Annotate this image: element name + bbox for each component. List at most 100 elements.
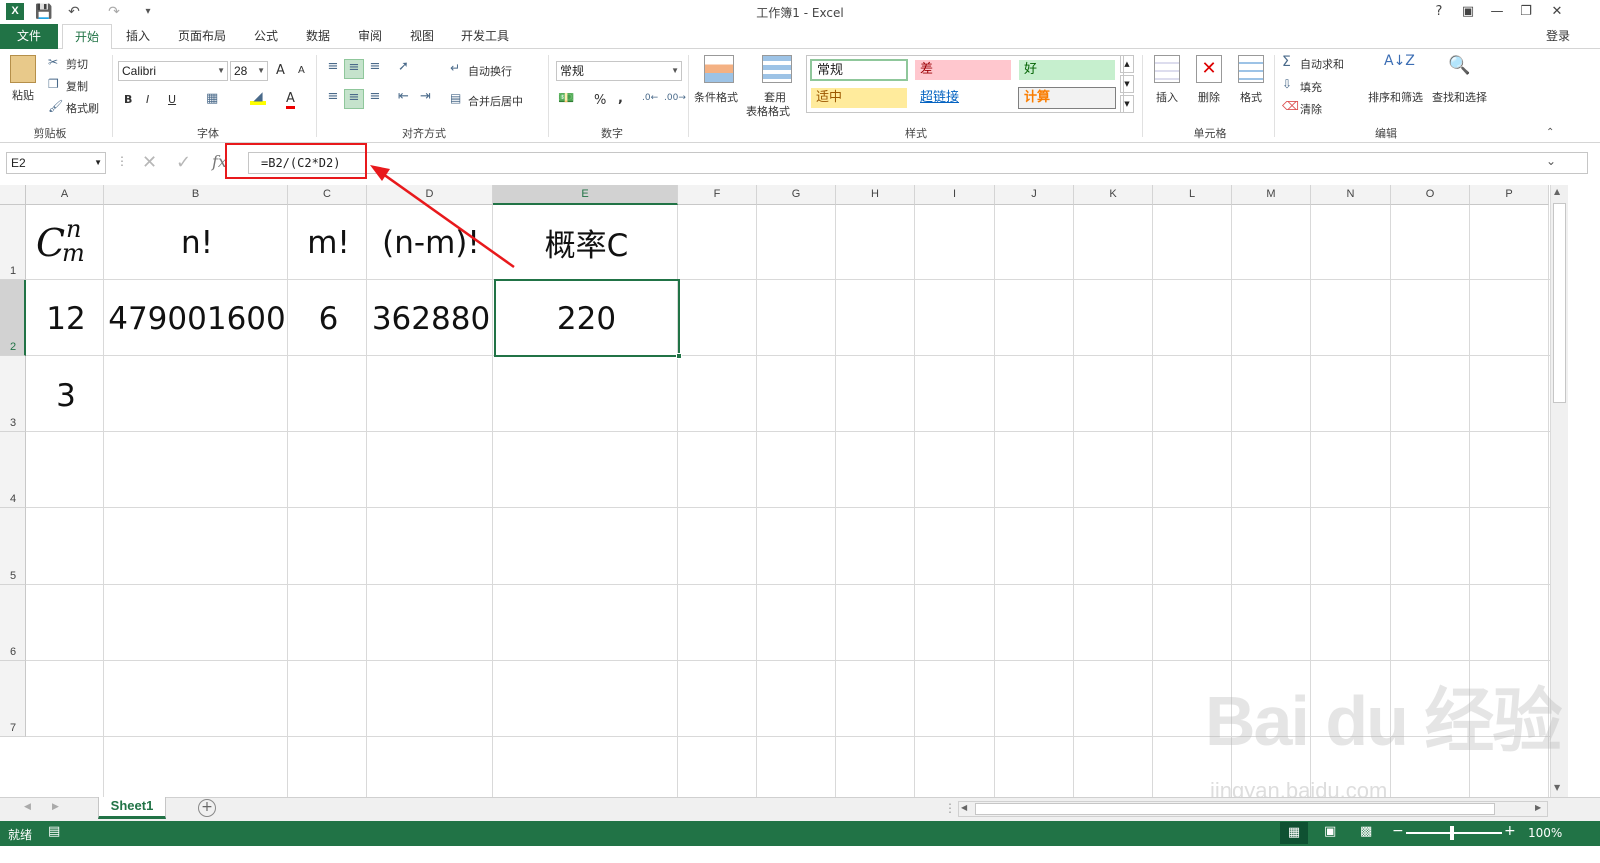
align-center-icon[interactable]: ≡ <box>344 89 364 109</box>
percent-button[interactable]: % <box>594 93 606 108</box>
style-calculation[interactable]: 计算 <box>1018 87 1116 109</box>
column-header-M[interactable]: M <box>1232 185 1311 205</box>
normal-view-icon[interactable]: ▦ <box>1280 822 1308 844</box>
zoom-in-button[interactable]: + <box>1504 823 1516 839</box>
collapse-ribbon-icon[interactable]: ⌃ <box>1546 127 1554 138</box>
page-layout-view-icon[interactable]: ▣ <box>1324 824 1336 839</box>
paste-icon[interactable] <box>10 55 36 83</box>
hscroll-left-icon[interactable]: ◀ <box>961 803 967 812</box>
column-header-H[interactable]: H <box>836 185 915 205</box>
horizontal-scrollbar[interactable]: ◀ ▶ <box>958 801 1548 817</box>
tab-review[interactable]: 审阅 <box>350 24 390 49</box>
bold-button[interactable]: B <box>124 93 132 106</box>
new-sheet-icon[interactable]: + <box>198 799 216 817</box>
sheet-tab-sheet1[interactable]: Sheet1 <box>98 797 166 819</box>
column-header-G[interactable]: G <box>757 185 836 205</box>
merge-center-button[interactable]: 合并后居中 <box>468 93 523 109</box>
column-header-F[interactable]: F <box>678 185 757 205</box>
cell-B2[interactable]: 479001600 <box>105 281 289 357</box>
ribbon-display-icon[interactable]: ▣ <box>1455 2 1481 22</box>
tab-formulas[interactable]: 公式 <box>246 24 286 49</box>
tab-view[interactable]: 视图 <box>402 24 442 49</box>
tab-file[interactable]: 文件 <box>0 24 58 49</box>
sort-filter-button[interactable]: 排序和筛选 <box>1368 89 1423 105</box>
fill-button[interactable]: 填充 <box>1300 79 1322 95</box>
style-good[interactable]: 好 <box>1018 59 1116 81</box>
cut-button[interactable]: 剪切 <box>66 56 88 72</box>
column-header-K[interactable]: K <box>1074 185 1153 205</box>
page-break-view-icon[interactable]: ▩ <box>1360 824 1372 839</box>
zoom-level[interactable]: 100% <box>1528 826 1562 840</box>
close-button[interactable]: ✕ <box>1544 2 1570 22</box>
align-bottom-icon[interactable]: ≡ <box>366 59 384 77</box>
hscroll-right-icon[interactable]: ▶ <box>1535 803 1541 812</box>
tab-insert[interactable]: 插入 <box>118 24 158 49</box>
cell-C2[interactable]: 6 <box>289 281 368 357</box>
cell-A1[interactable]: C n m <box>27 205 105 280</box>
column-header-C[interactable]: C <box>288 185 367 205</box>
row-header-4[interactable]: 4 <box>0 432 26 508</box>
hscroll-thumb[interactable] <box>975 803 1495 815</box>
row-header-2[interactable]: 2 <box>0 280 26 356</box>
gallery-scroll-down-icon[interactable]: ▼ <box>1120 75 1134 93</box>
tab-data[interactable]: 数据 <box>298 24 338 49</box>
font-size-combo[interactable]: 28 ▼ <box>230 61 268 81</box>
row-header-1[interactable]: 1 <box>0 205 26 280</box>
cell-C1[interactable]: m! <box>289 205 368 280</box>
insert-cells-button[interactable]: 插入 <box>1156 89 1178 105</box>
align-top-icon[interactable]: ≡ <box>324 59 342 77</box>
login-link[interactable]: 登录 <box>1540 24 1576 49</box>
sheet-prev-icon[interactable]: ◀ <box>24 802 31 812</box>
format-as-table-line2[interactable]: 表格格式 <box>746 103 790 119</box>
italic-button[interactable]: I <box>146 93 149 106</box>
autosum-button[interactable]: 自动求和 <box>1300 56 1344 72</box>
fill-color-icon[interactable]: ◢ <box>250 89 266 105</box>
font-name-combo[interactable]: Calibri ▼ <box>118 61 228 81</box>
row-header-7[interactable]: 7 <box>0 661 26 737</box>
row-header-6[interactable]: 6 <box>0 585 26 661</box>
scroll-down-icon[interactable]: ▼ <box>1554 783 1560 792</box>
tab-developer[interactable]: 开发工具 <box>454 24 516 49</box>
increase-decimal-icon[interactable]: .0← <box>642 93 658 103</box>
grow-font-button[interactable]: A <box>276 63 285 78</box>
column-header-P[interactable]: P <box>1470 185 1549 205</box>
column-header-N[interactable]: N <box>1311 185 1391 205</box>
zoom-slider[interactable] <box>1406 832 1502 834</box>
underline-button[interactable]: U <box>168 93 176 106</box>
cell-D2[interactable]: 362880 <box>368 281 494 357</box>
wrap-text-button[interactable]: 自动换行 <box>468 63 512 79</box>
column-header-I[interactable]: I <box>915 185 995 205</box>
gallery-more-icon[interactable]: ▼ <box>1120 95 1134 113</box>
copy-button[interactable]: 复制 <box>66 78 88 94</box>
fill-handle[interactable] <box>676 353 682 359</box>
row-header-5[interactable]: 5 <box>0 508 26 585</box>
column-header-L[interactable]: L <box>1153 185 1232 205</box>
gallery-scroll-up-icon[interactable]: ▲ <box>1120 55 1134 73</box>
tab-home[interactable]: 开始 <box>62 24 112 50</box>
column-header-A[interactable]: A <box>26 185 104 205</box>
scroll-up-icon[interactable]: ▲ <box>1554 187 1560 196</box>
shrink-font-button[interactable]: A <box>298 65 305 76</box>
select-all-corner[interactable] <box>0 185 26 205</box>
column-header-B[interactable]: B <box>104 185 288 205</box>
cancel-formula-icon[interactable]: ✕ <box>142 152 157 173</box>
font-color-button[interactable]: A <box>286 91 295 109</box>
row-header-3[interactable]: 3 <box>0 356 26 432</box>
find-select-button[interactable]: 查找和选择 <box>1432 89 1487 105</box>
align-middle-icon[interactable]: ≡ <box>344 59 364 79</box>
column-header-O[interactable]: O <box>1391 185 1470 205</box>
borders-icon[interactable]: ▦ <box>206 91 218 106</box>
minimize-button[interactable]: — <box>1484 2 1510 22</box>
delete-cells-button[interactable]: 删除 <box>1198 89 1220 105</box>
paste-button[interactable]: 粘贴 <box>12 87 34 103</box>
decrease-decimal-icon[interactable]: .00→ <box>664 93 686 103</box>
restore-button[interactable]: ❐ <box>1513 2 1539 22</box>
clear-button[interactable]: 清除 <box>1300 101 1322 117</box>
increase-indent-icon[interactable]: ⇥ <box>420 89 431 104</box>
zoom-slider-thumb[interactable] <box>1450 826 1454 840</box>
style-bad[interactable]: 差 <box>914 59 1012 81</box>
scroll-thumb[interactable] <box>1553 203 1566 403</box>
style-hyperlink[interactable]: 超链接 <box>914 87 1012 109</box>
conditional-formatting-button[interactable]: 条件格式 <box>694 89 738 105</box>
tab-page-layout[interactable]: 页面布局 <box>172 24 232 49</box>
